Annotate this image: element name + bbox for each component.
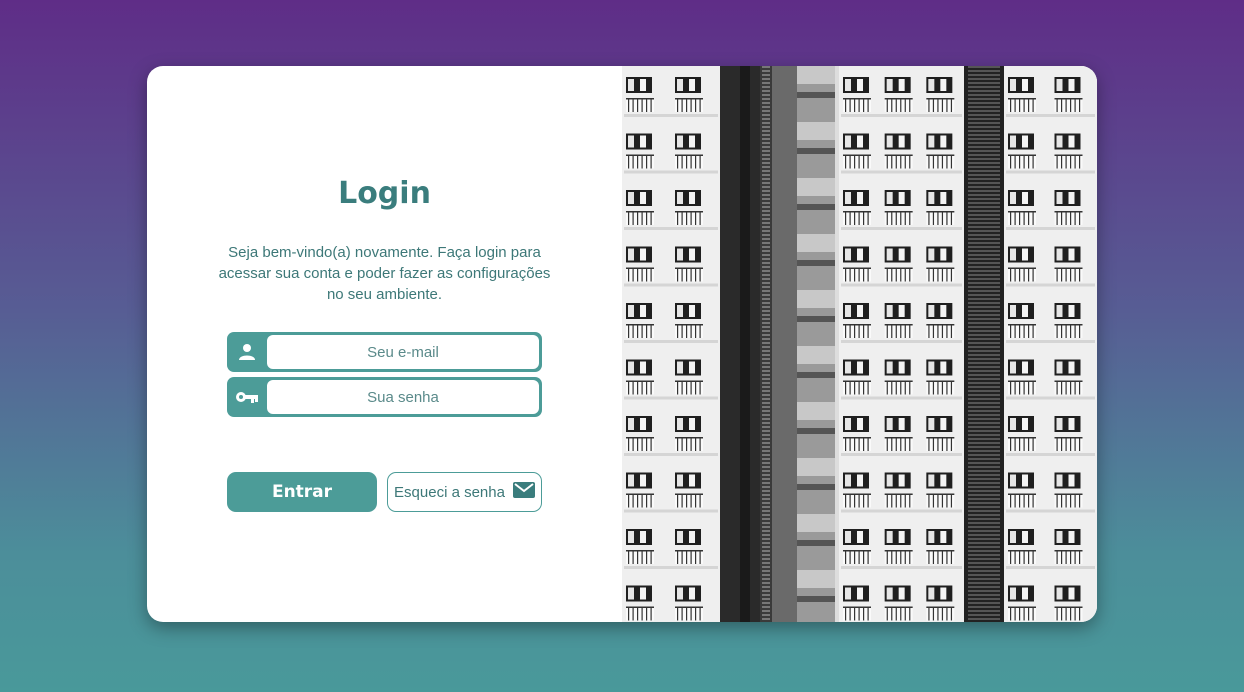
forgot-label: Esqueci a senha — [394, 483, 505, 501]
envelope-icon — [512, 482, 535, 502]
page-title: Login — [338, 176, 431, 211]
key-icon — [227, 377, 267, 417]
user-icon — [227, 332, 267, 372]
password-input[interactable] — [267, 380, 539, 414]
welcome-text: Seja bem-vindo(a) novamente. Faça login … — [218, 244, 551, 303]
submit-label: Entrar — [271, 482, 333, 502]
password-field[interactable] — [227, 377, 542, 417]
forgot-password-button[interactable]: Esqueci a senha — [387, 472, 542, 512]
email-input[interactable] — [267, 335, 539, 369]
submit-button[interactable]: Entrar — [227, 472, 377, 512]
building-image — [622, 66, 1097, 622]
email-field[interactable] — [227, 332, 542, 372]
login-card: Login Seja bem-vindo(a) novamente. Faça … — [147, 66, 1097, 622]
building-photo — [622, 66, 1097, 622]
login-panel: Login Seja bem-vindo(a) novamente. Faça … — [147, 66, 622, 622]
